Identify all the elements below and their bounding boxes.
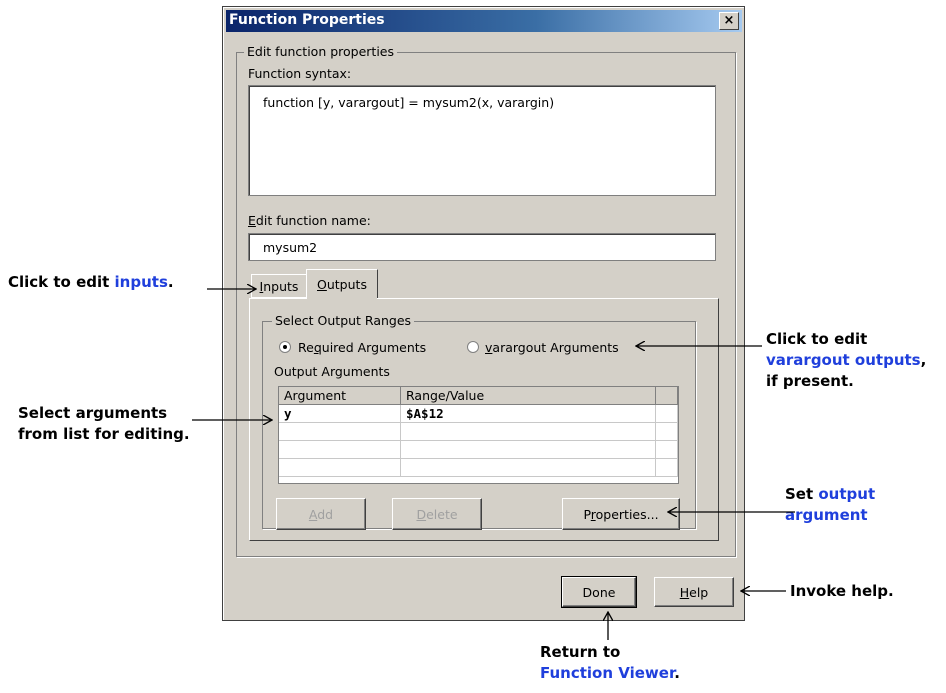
annotation-arrows — [192, 0, 795, 640]
